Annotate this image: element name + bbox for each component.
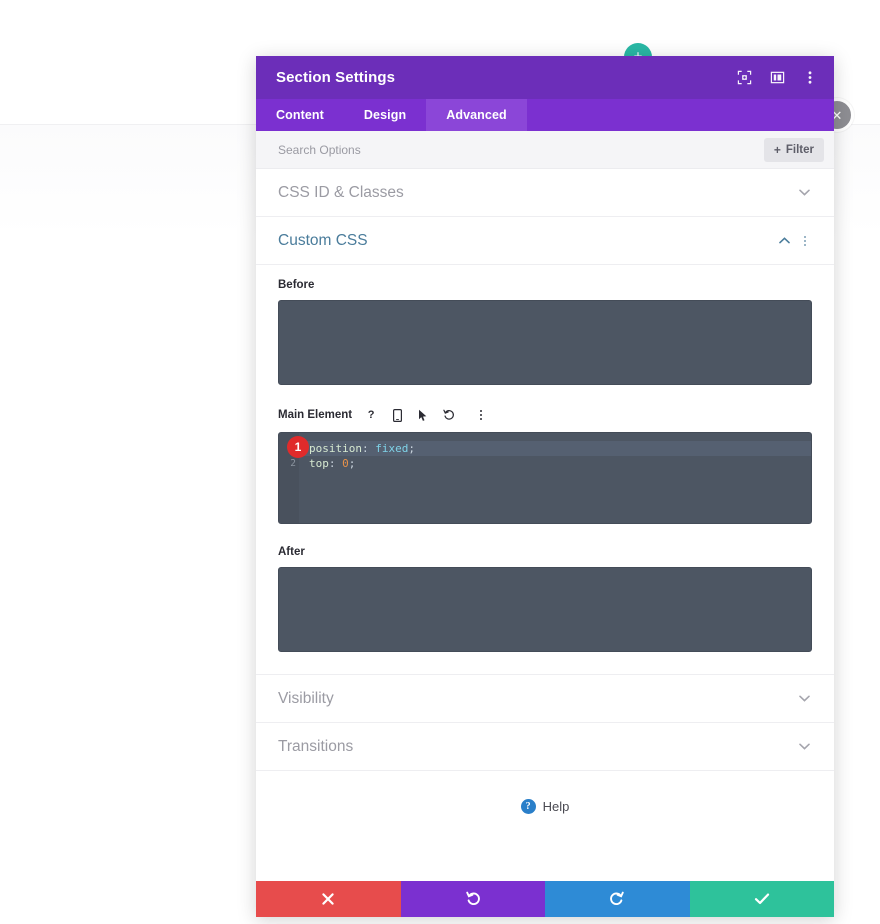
- before-label: Before: [278, 279, 315, 291]
- tab-advanced[interactable]: Advanced: [426, 99, 527, 131]
- code-token: :: [328, 457, 336, 470]
- before-label-row: Before: [278, 279, 812, 291]
- section-title: Visibility: [278, 689, 334, 707]
- modal-title: Section Settings: [276, 69, 396, 86]
- main-element-label-row: Main Element ?: [278, 407, 812, 423]
- main-element-editor-wrap: 1 1 2 position: fixed; top: 0;: [278, 432, 812, 524]
- step-badge-1: 1: [287, 436, 309, 458]
- code-line: top: 0;: [299, 456, 811, 471]
- plus-icon: +: [773, 142, 781, 157]
- code-token: ;: [408, 442, 415, 455]
- section-options-icon[interactable]: [798, 233, 812, 249]
- more-vertical-icon[interactable]: [474, 407, 488, 423]
- line-number: 2: [290, 458, 296, 469]
- code-token: 0: [335, 457, 349, 470]
- reset-undo-icon[interactable]: [442, 408, 456, 422]
- chevron-down-icon[interactable]: [796, 691, 812, 707]
- modal-header: Section Settings: [256, 56, 834, 99]
- cancel-button[interactable]: [256, 881, 401, 917]
- tab-design[interactable]: Design: [344, 99, 426, 131]
- search-input[interactable]: [278, 142, 764, 157]
- code-token: ;: [348, 457, 356, 470]
- page-root: + ✕ Section Settings: [0, 0, 880, 924]
- main-element-icon-group: ?: [364, 407, 488, 423]
- redo-button[interactable]: [545, 881, 690, 917]
- help-question-icon: ?: [520, 799, 536, 814]
- chevron-up-icon[interactable]: [776, 233, 792, 249]
- modal-footer: [256, 881, 834, 917]
- editor-code: position: fixed; top: 0;: [299, 433, 811, 523]
- fullscreen-icon[interactable]: [736, 70, 752, 86]
- modal-tabs: Content Design Advanced: [256, 99, 834, 131]
- help-question-icon[interactable]: ?: [364, 408, 378, 422]
- section-settings-modal: Section Settings Content Design Advanced…: [256, 56, 834, 917]
- more-vertical-icon[interactable]: [802, 70, 818, 86]
- code-token: position: [309, 442, 362, 455]
- code-token: top: [309, 457, 329, 470]
- chevron-down-icon[interactable]: [796, 185, 812, 201]
- code-token: :: [361, 442, 369, 455]
- layout-columns-icon[interactable]: [769, 70, 785, 86]
- section-title: CSS ID & Classes: [278, 183, 404, 201]
- after-label-row: After: [278, 546, 812, 558]
- help-button[interactable]: ? Help: [520, 799, 570, 814]
- section-title: Transitions: [278, 737, 354, 755]
- section-visibility[interactable]: Visibility: [256, 675, 834, 723]
- section-transitions[interactable]: Transitions: [256, 723, 834, 771]
- section-css-id-classes[interactable]: CSS ID & Classes: [256, 169, 834, 217]
- tab-content[interactable]: Content: [256, 99, 344, 131]
- after-textarea[interactable]: [278, 567, 812, 652]
- save-button[interactable]: [689, 881, 834, 917]
- help-label: Help: [542, 799, 570, 814]
- after-label: After: [278, 546, 305, 558]
- code-line: position: fixed;: [299, 441, 811, 456]
- section-custom-css[interactable]: Custom CSS: [256, 217, 834, 265]
- before-textarea[interactable]: [278, 300, 812, 385]
- main-element-code-editor[interactable]: 1 2 position: fixed; top: 0;: [278, 432, 812, 524]
- code-token: fixed: [368, 442, 409, 455]
- filter-button[interactable]: + Filter: [763, 137, 824, 162]
- chevron-down-icon[interactable]: [796, 739, 812, 755]
- search-bar: + Filter: [256, 131, 834, 169]
- main-element-label: Main Element: [278, 409, 353, 421]
- modal-header-icons: [736, 70, 818, 86]
- section-title: Custom CSS: [278, 231, 368, 249]
- help-area: ? Help: [256, 771, 834, 881]
- filter-label: Filter: [785, 143, 814, 156]
- cursor-pointer-icon[interactable]: [416, 408, 430, 422]
- undo-button[interactable]: [400, 881, 545, 917]
- mobile-device-icon[interactable]: [390, 408, 404, 422]
- custom-css-body: Before Main Element ? 1 2 position: fixe…: [256, 265, 834, 675]
